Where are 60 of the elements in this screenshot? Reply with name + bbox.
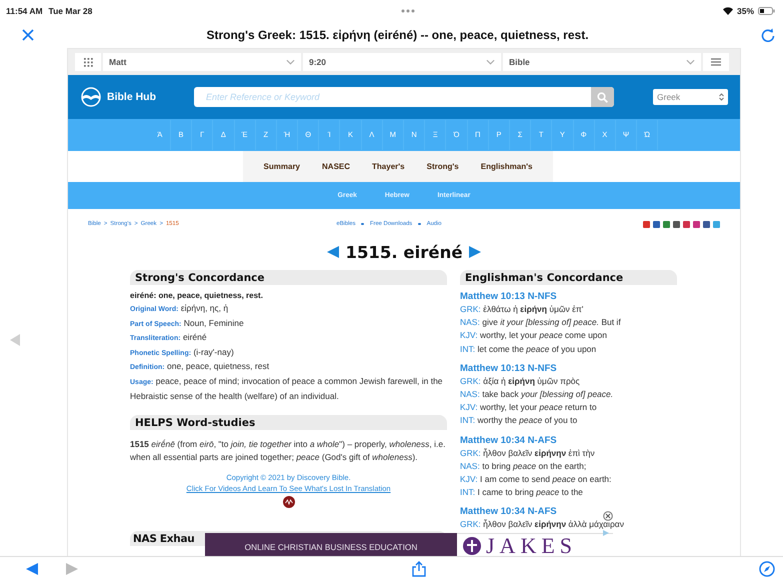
- close-icon[interactable]: [22, 29, 34, 41]
- chevron-icon: [686, 59, 695, 65]
- wifi-icon: [722, 7, 733, 15]
- concordance-line: NAS: to bring peace on the earth;: [460, 460, 588, 473]
- ad-headline[interactable]: ONLINE CHRISTIAN BUSINESS EDUCATION: [205, 533, 457, 556]
- tab[interactable]: Strong's: [416, 151, 470, 182]
- concordance-line: KJV: I am come to send peace on earth:: [460, 473, 612, 486]
- chevron-icon: [486, 59, 495, 65]
- window-title: Strong's Greek: 1515. εἰρήνη (eiréné) -- one, peace, quietness, rest.: [206, 28, 589, 42]
- previous-icon[interactable]: [327, 246, 340, 258]
- concordance-line: GRK: ἐλθάτω ἡ εἰρήνη ὑμῶν ἐπ': [460, 303, 584, 316]
- reload-icon[interactable]: [760, 28, 775, 42]
- concordance-line: NAS: take back your [blessing of] peace.: [460, 388, 614, 402]
- concordance-line: GRK: ἦλθον βαλεῖν εἰρήνην ἐπὶ τὴν: [460, 446, 596, 460]
- concordance-line: KJV: worthy, let your peace come upon: [460, 329, 608, 342]
- language-select[interactable]: Greek: [653, 89, 728, 105]
- more-icon: [400, 9, 415, 13]
- grid-icon: [84, 58, 92, 66]
- concordance-line: INT: let come the peace of you upon: [460, 342, 598, 356]
- tab[interactable]: Englishman's: [470, 151, 544, 182]
- search-field[interactable]: Enter Reference or Keyword: [194, 87, 614, 107]
- concordance-line: GRK: ἀξία ἡ εἰρήνη ὑμῶν πρὸς: [460, 374, 581, 388]
- menu-icon: [711, 58, 721, 66]
- tab[interactable]: NASEC: [311, 151, 362, 182]
- ad-brand[interactable]: JAKES: [486, 534, 578, 556]
- updown-icon: [719, 93, 724, 101]
- concordance-line: INT: worthy the peace of you to: [460, 414, 578, 428]
- battery-percent: 35%: [736, 6, 754, 16]
- menu-button[interactable]: [703, 53, 729, 71]
- verse-reference-link[interactable]: Matthew 10:13 N-NFS: [460, 362, 677, 375]
- concordance-line: NAS: give it your [blessing of] peace. But if: [460, 316, 622, 330]
- grid-button[interactable]: [75, 53, 101, 71]
- status-date: Tue Mar 28: [48, 6, 92, 16]
- back-icon[interactable]: [26, 562, 38, 574]
- close-ad-icon[interactable]: [603, 511, 613, 521]
- battery-icon: [758, 7, 775, 15]
- next-icon[interactable]: [468, 246, 481, 258]
- tab[interactable]: Thayer's: [361, 151, 416, 182]
- compass-icon[interactable]: [759, 560, 775, 576]
- section-heading: HELPS Word-studies: [130, 415, 447, 430]
- gloss-text: eiréné: one, peace, quietness, rest.: [130, 290, 264, 302]
- version-select[interactable]: Bible: [503, 53, 701, 71]
- verse-reference-link[interactable]: Matthew 10:34 N-AFS: [460, 505, 677, 518]
- concordance-line: KJV: worthy, let your peace return to: [460, 401, 598, 414]
- chevron-icon: [286, 59, 295, 65]
- verse-reference-link[interactable]: Matthew 10:13 N-NFS: [460, 290, 677, 303]
- site-name[interactable]: Bible Hub: [107, 91, 156, 103]
- helps-paragraph: 1515 eirḗnē (from eirō, "to join, tie together into a whole") – properly, wholeness, i.e. when all essential parts are joined together; peace (God's gift of wholeness).: [130, 438, 446, 464]
- book-select[interactable]: Matt: [103, 53, 301, 71]
- concordance-line: GRK: ἦλθον βαλεῖν εἰρήνην ἀλλὰ μάχαιραν: [460, 518, 625, 532]
- chapter-select[interactable]: 9:20: [303, 53, 501, 71]
- entry-title: 1515. eiréné: [345, 242, 463, 262]
- status-time: 11:54 AM: [6, 6, 43, 16]
- concordance-line: INT: I came to bring peace to the: [460, 486, 584, 500]
- section-heading: Strong's Concordance: [130, 270, 447, 285]
- section-heading: Englishman's Concordance: [460, 270, 677, 285]
- verse-reference-link[interactable]: Matthew 10:34 N-AFS: [460, 434, 677, 447]
- book-logo-icon: [80, 87, 102, 107]
- tab[interactable]: Summary: [252, 151, 312, 182]
- wave-logo-icon[interactable]: [282, 496, 294, 508]
